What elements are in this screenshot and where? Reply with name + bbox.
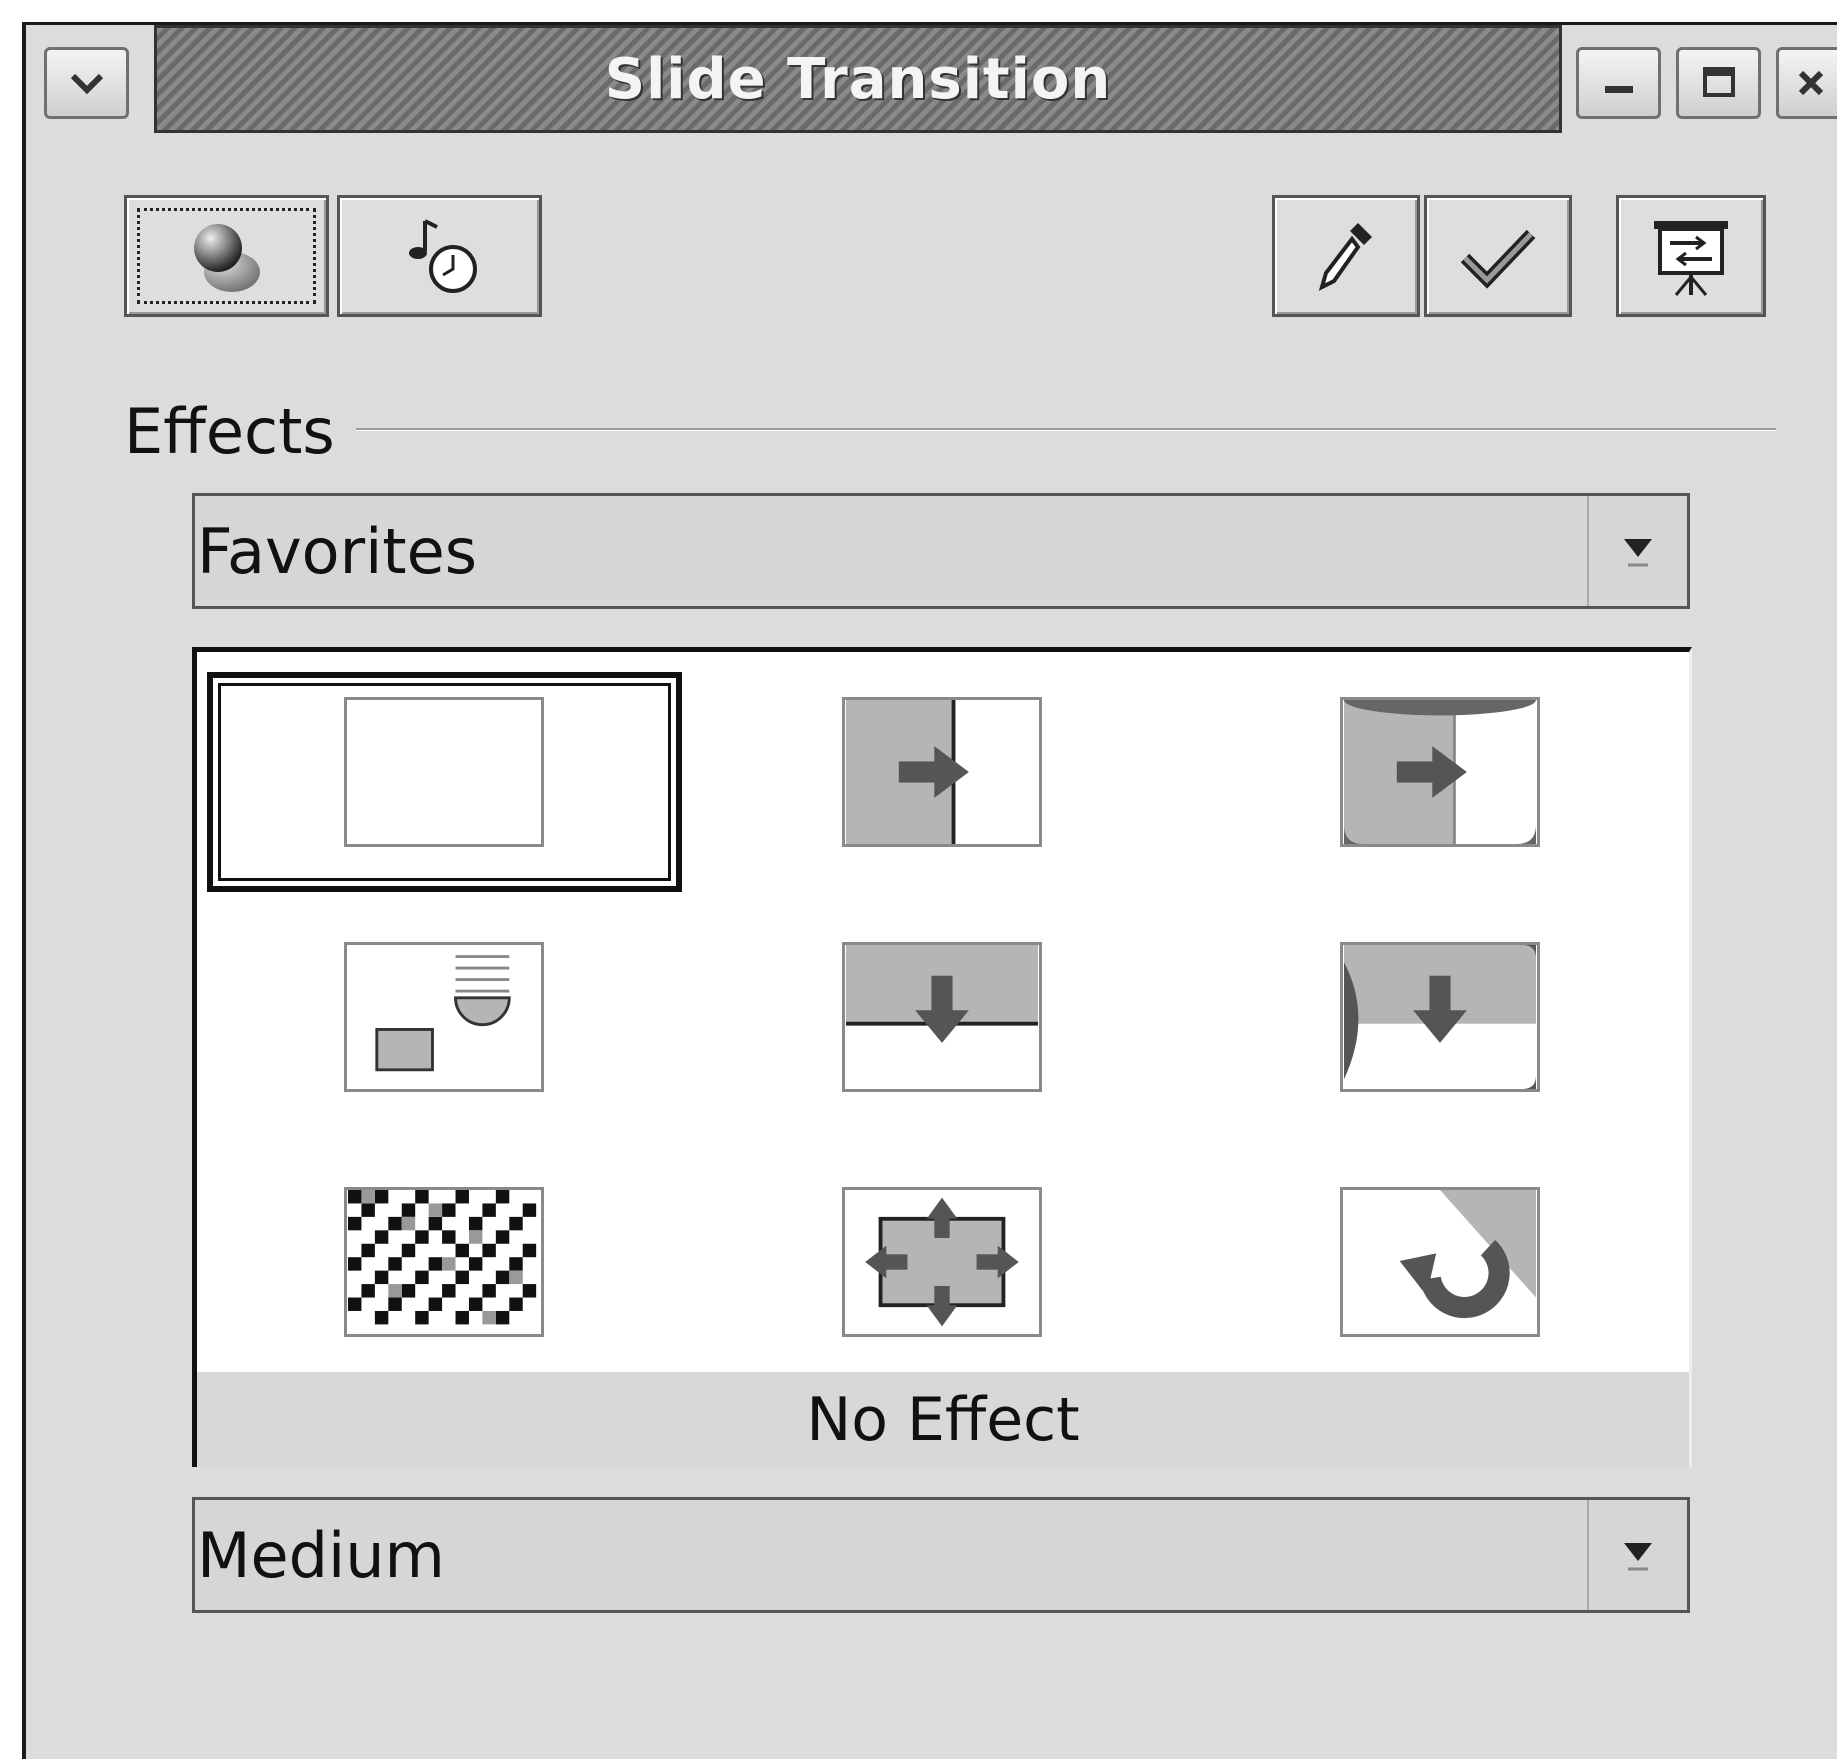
dropdown-arrow-button[interactable] xyxy=(1587,1500,1687,1610)
maximize-icon xyxy=(1702,67,1735,97)
maximize-button[interactable] xyxy=(1676,47,1761,119)
effects-tab-button[interactable] xyxy=(124,195,329,317)
minimize-icon xyxy=(1604,86,1633,93)
title-bar[interactable]: Slide Transition xyxy=(26,25,1837,135)
minimize-button[interactable] xyxy=(1576,47,1661,119)
close-icon xyxy=(1798,70,1824,96)
selected-effect-label: No Effect xyxy=(806,1384,1080,1455)
pick-effect-button[interactable] xyxy=(1272,195,1420,317)
dissolve-checker-icon xyxy=(348,1190,540,1334)
effect-tile-uncover-right[interactable] xyxy=(1340,697,1540,847)
close-button[interactable] xyxy=(1776,47,1837,119)
effects-section-label: Effects xyxy=(124,395,335,468)
section-divider xyxy=(356,428,1776,431)
speed-value: Medium xyxy=(197,1518,445,1592)
slideshow-play-icon xyxy=(1654,221,1728,296)
eyedropper-icon xyxy=(1318,223,1372,291)
effect-tile-wipe-right[interactable] xyxy=(842,697,1042,847)
effect-tile-dissolve[interactable] xyxy=(344,1187,544,1337)
effect-tile-expand-out[interactable] xyxy=(842,1187,1042,1337)
effect-tile-rotate[interactable] xyxy=(1340,1187,1540,1337)
effects-gallery: No Effect xyxy=(192,647,1692,1467)
sound-timing-icon xyxy=(408,219,477,293)
title-strip: Slide Transition xyxy=(154,25,1562,133)
expand-out-icon xyxy=(865,1197,1019,1327)
effect-tile-no-effect[interactable] xyxy=(344,697,544,847)
uncover-down-icon xyxy=(1344,945,1536,1089)
effect-tile-roll-down-shapes[interactable] xyxy=(344,942,544,1092)
uncover-right-icon xyxy=(1344,700,1536,844)
focus-ring xyxy=(137,208,316,304)
effects-category-dropdown[interactable]: Favorites xyxy=(192,493,1690,609)
effects-category-value: Favorites xyxy=(197,514,478,588)
apply-button[interactable] xyxy=(1424,195,1572,317)
wipe-down-icon xyxy=(846,945,1038,1043)
slideshow-button[interactable] xyxy=(1616,195,1766,317)
effect-tile-uncover-down[interactable] xyxy=(1340,942,1540,1092)
slide-transition-window: Slide Transition Effects Favorites No Ef… xyxy=(22,22,1837,1759)
blank-slide-icon xyxy=(347,700,541,844)
window-title: Slide Transition xyxy=(604,46,1112,112)
rotate-arrow-icon xyxy=(1399,1190,1536,1319)
effect-tile-wipe-down[interactable] xyxy=(842,942,1042,1092)
apply-checkmark-icon xyxy=(1460,229,1536,289)
chevron-down-icon xyxy=(1624,539,1652,567)
chevron-down-icon xyxy=(70,73,103,95)
wipe-right-icon xyxy=(846,700,969,844)
window-menu-button[interactable] xyxy=(44,47,129,119)
dropdown-arrow-button[interactable] xyxy=(1587,496,1687,606)
shapes-transition-icon xyxy=(375,955,511,1072)
selected-effect-status: No Effect xyxy=(197,1372,1689,1467)
chevron-down-icon xyxy=(1624,1543,1652,1571)
sound-timing-tab-button[interactable] xyxy=(337,195,542,317)
speed-dropdown[interactable]: Medium xyxy=(192,1497,1690,1613)
